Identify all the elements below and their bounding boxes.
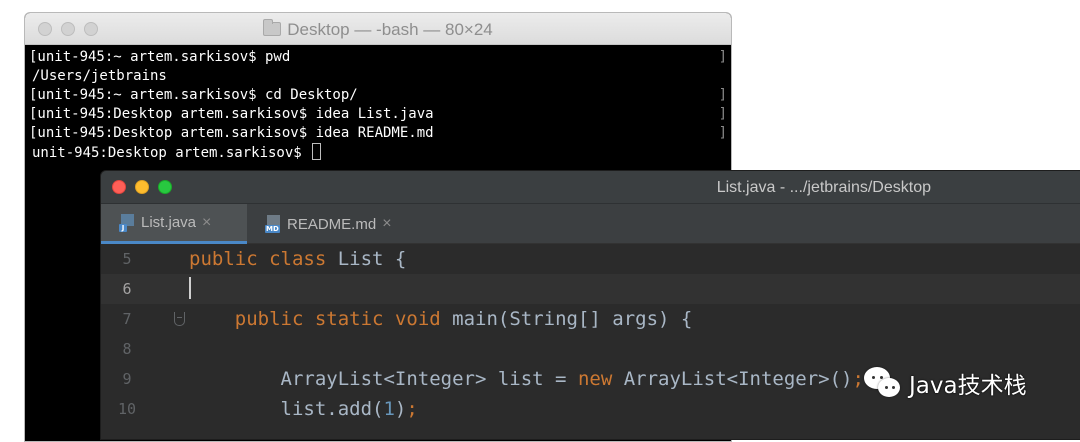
ide-window-controls [112, 180, 172, 194]
terminal-line-text: [unit-945:~ artem.sarkisov$ pwd [29, 49, 291, 65]
terminal-line: [unit-945:Desktop artem.sarkisov$ idea R… [29, 124, 731, 143]
code-token: new [577, 368, 613, 390]
code-token: public [234, 308, 304, 330]
terminal-line-text: /Users/jetbrains [32, 68, 167, 84]
code-token: ) [394, 398, 407, 420]
text-caret [189, 277, 191, 299]
terminal-line: [unit-945:~ artem.sarkisov$ cd Desktop/] [29, 86, 731, 105]
terminal-output[interactable]: [unit-945:~ artem.sarkisov$ pwd] /Users/… [25, 45, 731, 162]
code-text: public static void main(String[] args) { [189, 304, 693, 334]
code-text [189, 274, 191, 304]
line-number: 7 [122, 310, 132, 328]
tab-readme-md[interactable]: MD README.md × [247, 204, 417, 244]
line-number: 5 [122, 250, 132, 268]
terminal-line-text: [unit-945:Desktop artem.sarkisov$ idea R… [29, 125, 434, 141]
code-token: list.add( [189, 398, 384, 420]
tab-label: README.md [287, 215, 377, 233]
tab-list-java[interactable]: J List.java × [101, 204, 247, 244]
line-number: 10 [117, 400, 137, 418]
line-marker: ] [718, 49, 727, 65]
code-token: ArrayList<Integer>() [612, 368, 853, 390]
code-text: list.add(1); [189, 394, 418, 424]
terminal-prompt-text: unit-945:Desktop artem.sarkisov$ [32, 145, 311, 161]
ide-close-button[interactable] [112, 180, 126, 194]
terminal-title-text: Desktop — -bash — 80×24 [287, 20, 493, 39]
code-token: main(String[] args) { [440, 308, 693, 330]
line-marker: ] [718, 106, 727, 122]
terminal-line-text: [unit-945:Desktop artem.sarkisov$ idea L… [29, 106, 434, 122]
fold-icon[interactable] [174, 312, 185, 326]
ide-titlebar[interactable]: List.java - .../jetbrains/Desktop [101, 171, 1080, 204]
code-token: static [314, 308, 384, 330]
watermark-text: Java技术栈 [909, 373, 1027, 399]
code-text: ArrayList<Integer> list = new ArrayList<… [189, 364, 864, 394]
code-line[interactable]: 5 public class List { [101, 244, 1080, 274]
watermark: Java技术栈 [864, 362, 1027, 404]
code-token: class [269, 248, 327, 270]
terminal-cursor [312, 143, 322, 160]
line-number: 8 [122, 340, 132, 358]
close-icon[interactable]: × [202, 214, 211, 232]
code-token: ; [406, 398, 418, 420]
wechat-eye [872, 376, 875, 379]
code-line[interactable]: 6 [101, 274, 1080, 304]
terminal-line: [unit-945:Desktop artem.sarkisov$ idea L… [29, 105, 731, 124]
terminal-titlebar[interactable]: Desktop — -bash — 80×24 [25, 13, 731, 45]
editor-tab-bar: J List.java × MD README.md × [101, 204, 1080, 244]
code-token: public [189, 248, 258, 270]
folder-icon [263, 19, 282, 36]
wechat-eye [892, 386, 895, 389]
line-number: 9 [122, 370, 132, 388]
java-file-icon: J [119, 213, 135, 232]
terminal-line-text: [unit-945:~ artem.sarkisov$ cd Desktop/ [29, 87, 358, 103]
terminal-line: [unit-945:~ artem.sarkisov$ pwd] [29, 48, 731, 67]
ide-title: List.java - .../jetbrains/Desktop [716, 179, 931, 196]
wechat-icon [864, 365, 904, 401]
wechat-bubble-small [878, 378, 900, 397]
line-marker: ] [718, 87, 727, 103]
code-token: 1 [383, 398, 395, 420]
terminal-prompt-line[interactable]: unit-945:Desktop artem.sarkisov$ [29, 143, 731, 162]
line-number: 6 [122, 280, 132, 298]
tab-label: List.java [141, 214, 197, 231]
java-file-badge: J [119, 223, 127, 232]
markdown-file-badge: MD [265, 225, 280, 233]
line-marker: ] [718, 125, 727, 141]
code-text: public class List { [189, 244, 406, 274]
code-line[interactable]: 7 public static void main(String[] args)… [101, 304, 1080, 334]
ide-zoom-button[interactable] [158, 180, 172, 194]
code-line[interactable]: 8 [101, 334, 1080, 364]
terminal-title: Desktop — -bash — 80×24 [25, 19, 731, 40]
ide-minimize-button[interactable] [135, 180, 149, 194]
code-token: List { [326, 248, 407, 270]
close-icon[interactable]: × [382, 215, 391, 233]
terminal-line: /Users/jetbrains [29, 67, 731, 86]
code-token: ; [852, 368, 864, 390]
code-token: void [394, 308, 441, 330]
markdown-file-icon: MD [265, 215, 281, 233]
code-token: ArrayList<Integer> list = [189, 368, 578, 390]
wechat-eye [885, 386, 888, 389]
code-editor[interactable]: 5 public class List { 6 7 public static voi… [101, 244, 1080, 439]
